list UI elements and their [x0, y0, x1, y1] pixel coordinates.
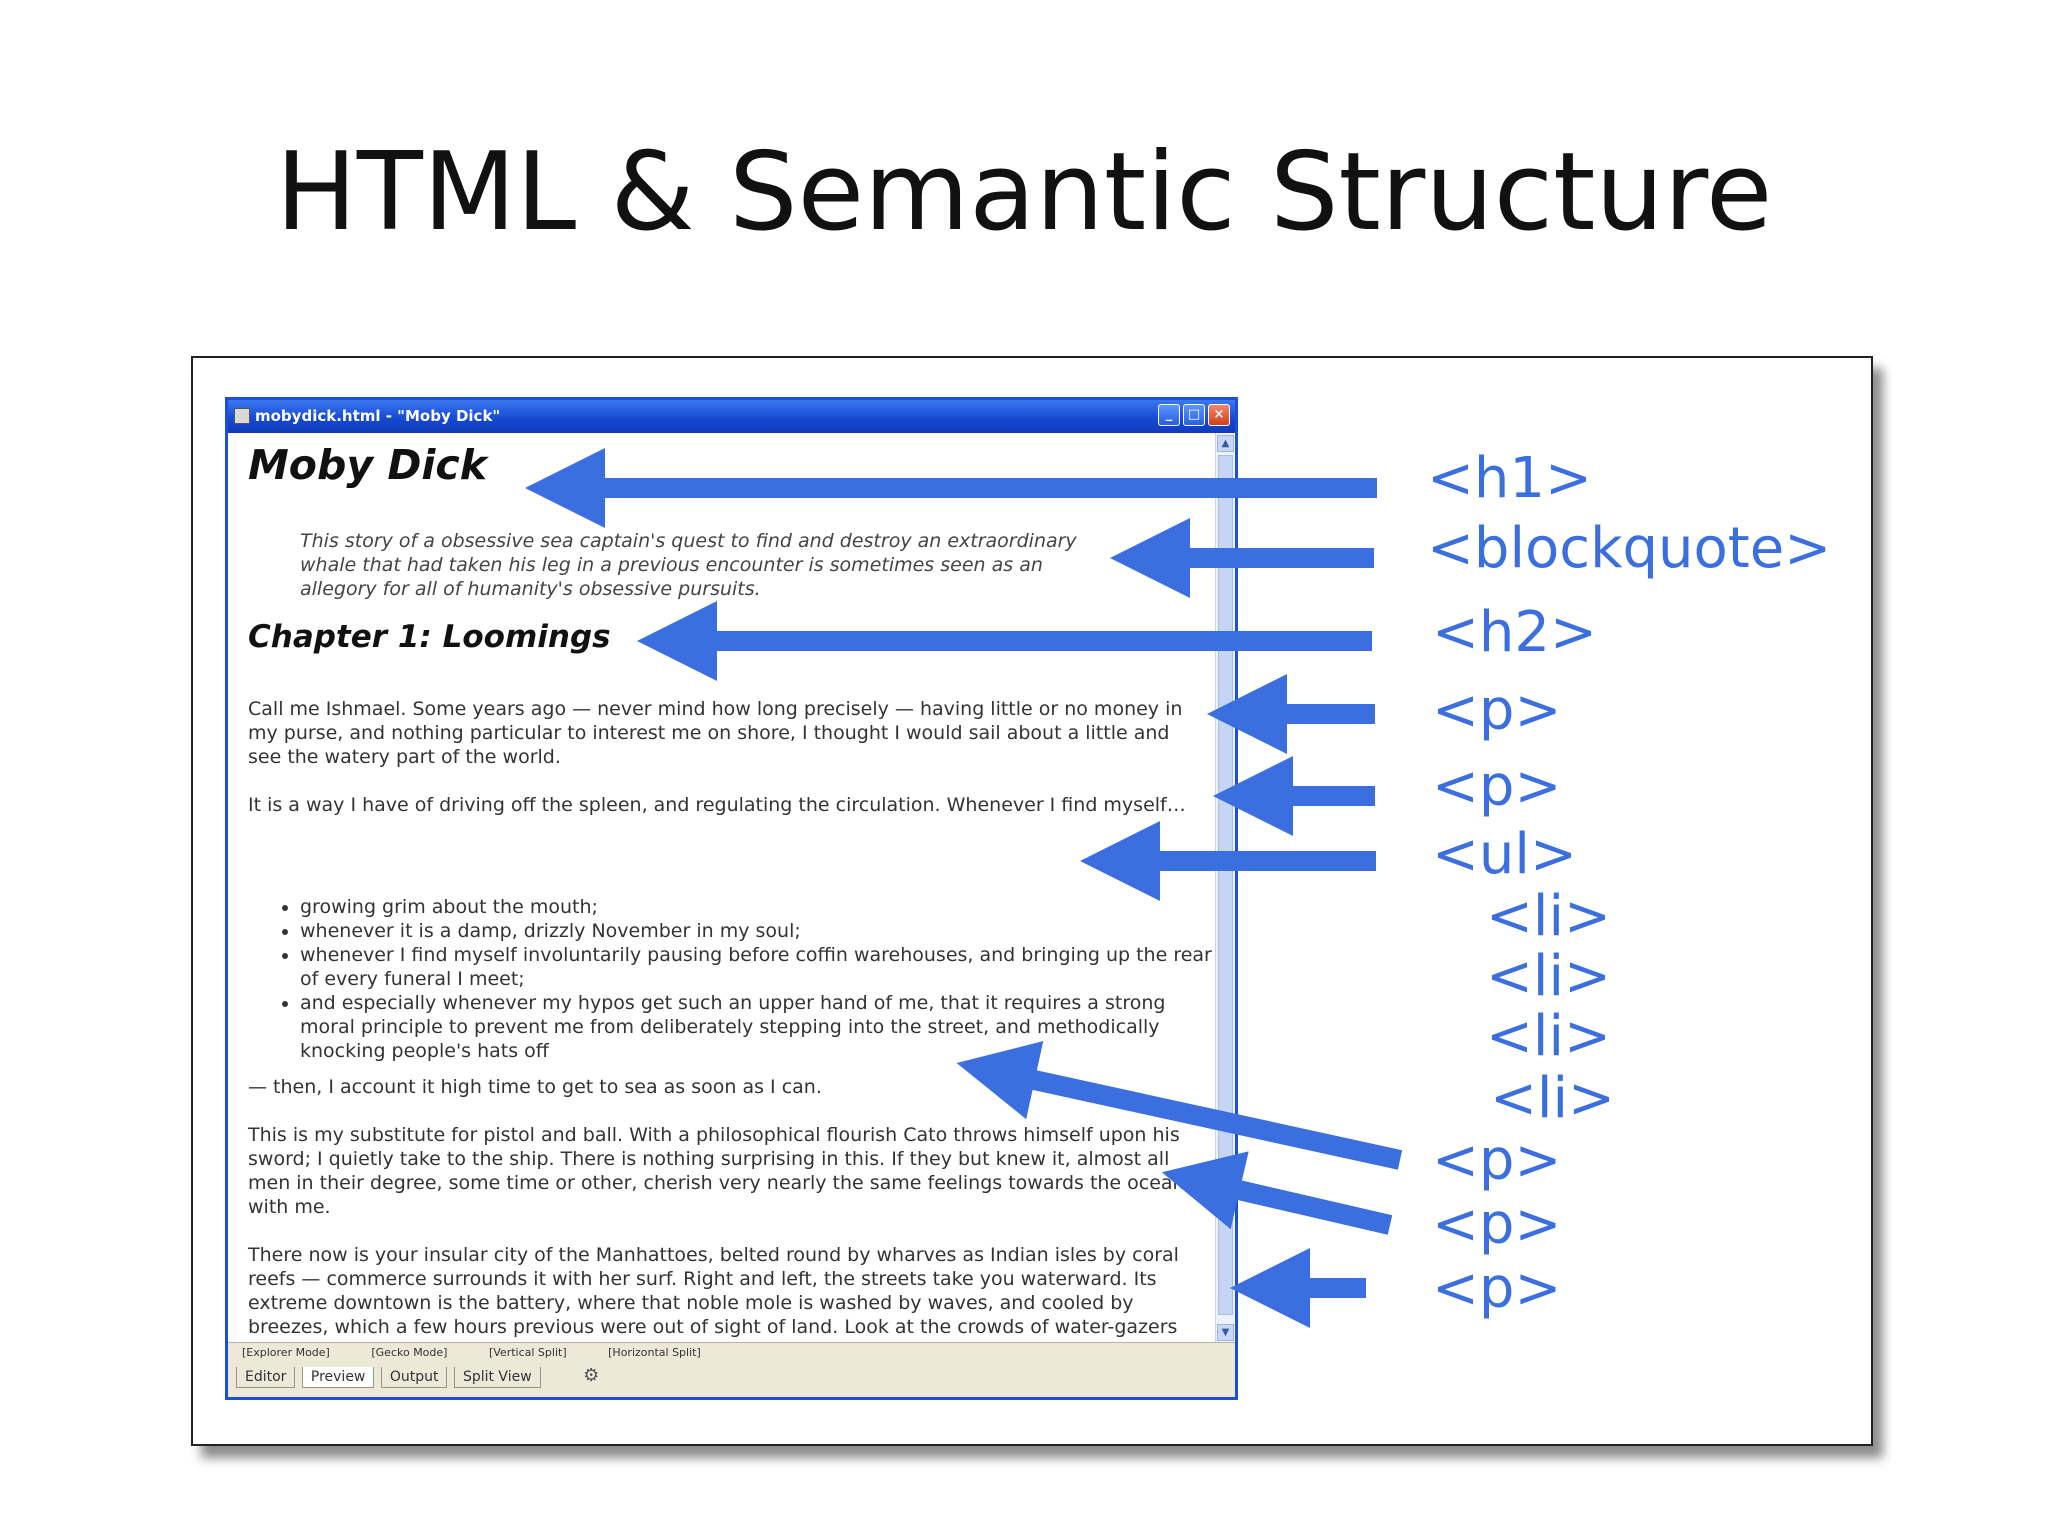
app-window: mobydick.html - "Moby Dick" _ □ × Moby D…	[225, 397, 1238, 1400]
tab-split-view[interactable]: Split View	[453, 1367, 541, 1388]
mode-vertical-split-button[interactable]: [Vertical Split]	[489, 1346, 567, 1359]
app-icon	[234, 408, 250, 424]
tag-h2: <h2>	[1432, 600, 1597, 665]
tag-p1: <p>	[1432, 678, 1562, 743]
window-titlebar[interactable]: mobydick.html - "Moby Dick" _ □ ×	[228, 400, 1235, 433]
scroll-up-icon[interactable]: ▲	[1217, 435, 1234, 452]
tag-ul: <ul>	[1432, 822, 1577, 887]
mode-horizontal-split-button[interactable]: [Horizontal Split]	[608, 1346, 701, 1359]
tag-p5: <p>	[1432, 1256, 1562, 1321]
doc-paragraph-1: Call me Ishmael. Some years ago — never …	[248, 698, 1183, 768]
doc-list-item: whenever I find myself involuntarily pau…	[300, 943, 1214, 991]
doc-heading-h1: Moby Dick	[248, 441, 487, 489]
doc-list-item: whenever it is a damp, drizzly November …	[300, 919, 1214, 943]
maximize-button[interactable]: □	[1183, 404, 1205, 426]
tag-li-3: <li>	[1486, 1004, 1611, 1069]
doc-heading-h2: Chapter 1: Loomings	[248, 619, 611, 655]
doc-list-item: and especially whenever my hypos get suc…	[300, 991, 1214, 1063]
tag-li-4: <li>	[1490, 1066, 1615, 1131]
doc-list-item: growing grim about the mouth;	[300, 895, 1214, 919]
tag-p2: <p>	[1432, 754, 1562, 819]
tag-p3: <p>	[1432, 1128, 1562, 1193]
doc-list: growing grim about the mouth; whenever i…	[262, 895, 1214, 1063]
mode-explorer-button[interactable]: [Explorer Mode]	[242, 1346, 330, 1359]
vertical-scrollbar[interactable]: ▲ ▼	[1215, 433, 1235, 1343]
doc-blockquote: This story of a obsessive sea captain's …	[300, 530, 1077, 600]
tag-blockquote: <blockquote>	[1427, 516, 1832, 581]
mode-row: [Explorer Mode] [Gecko Mode] [Vertical S…	[242, 1346, 739, 1359]
doc-paragraph-5: There now is your insular city of the Ma…	[248, 1244, 1179, 1343]
settings-gear-icon[interactable]: ⚙	[583, 1365, 599, 1386]
doc-paragraph-2: It is a way I have of driving off the sp…	[248, 794, 1186, 816]
window-title: mobydick.html - "Moby Dick"	[255, 407, 501, 425]
doc-paragraph-4: This is my substitute for pistol and bal…	[248, 1124, 1185, 1218]
scroll-down-icon[interactable]: ▼	[1217, 1324, 1234, 1341]
preview-content: Moby Dick This story of a obsessive sea …	[228, 433, 1214, 1344]
tag-li-1: <li>	[1486, 884, 1611, 949]
slide-title: HTML & Semantic Structure	[275, 130, 1773, 255]
minimize-button[interactable]: _	[1158, 404, 1180, 426]
tab-editor[interactable]: Editor	[236, 1367, 296, 1388]
tag-li-2: <li>	[1486, 944, 1611, 1009]
tag-p4: <p>	[1432, 1192, 1562, 1257]
mode-gecko-button[interactable]: [Gecko Mode]	[371, 1346, 447, 1359]
tab-output[interactable]: Output	[380, 1367, 448, 1388]
editor-bottom-bar: [Explorer Mode] [Gecko Mode] [Vertical S…	[228, 1342, 1235, 1397]
tab-preview[interactable]: Preview	[301, 1367, 375, 1388]
scroll-thumb[interactable]	[1218, 455, 1233, 1315]
view-tabs: Editor Preview Output Split View ⚙	[236, 1365, 599, 1388]
doc-paragraph-3: — then, I account it high time to get to…	[248, 1076, 822, 1098]
close-button[interactable]: ×	[1208, 404, 1230, 426]
tag-h1: <h1>	[1427, 446, 1592, 511]
